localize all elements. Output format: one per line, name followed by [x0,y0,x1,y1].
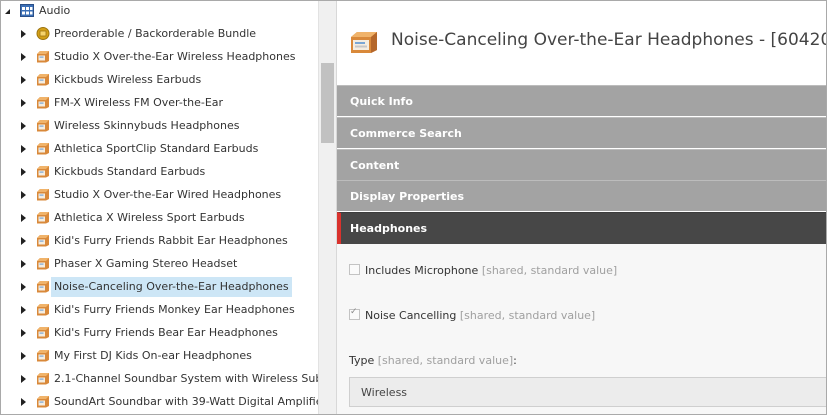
product-icon [37,143,49,155]
collapsed-arrow-icon[interactable] [21,99,26,107]
item-detail-pane: Noise-Canceling Over-the-Ear Headphones … [337,1,826,414]
content-editor-window: Audio Preorderable / Backorderable Bundl… [0,0,827,415]
tree-item-label: Kid's Furry Friends Bear Ear Headphones [54,326,278,339]
tree-item[interactable]: Kickbuds Wireless Earbuds [1,69,318,91]
item-header: Noise-Canceling Over-the-Ear Headphones … [337,1,826,85]
tree-item-label: Athletica X Wireless Sport Earbuds [54,211,245,224]
product-icon [37,212,49,224]
tree-item[interactable]: FM-X Wireless FM Over-the-Ear [1,92,318,114]
type-select[interactable]: Wireless [349,377,826,407]
collapsed-arrow-icon[interactable] [21,237,26,245]
collapsed-arrow-icon[interactable] [21,53,26,61]
tree-item-label: Kid's Furry Friends Rabbit Ear Headphone… [54,234,288,247]
tree-item-label: Noise-Canceling Over-the-Ear Headphones [51,277,292,297]
noise-cancelling-field: Noise Cancelling [shared, standard value… [349,307,596,322]
includes-microphone-meta: [shared, standard value] [481,264,618,277]
type-meta: [shared, standard value] [377,354,514,367]
tree-item[interactable]: 2.1-Channel Soundbar System with Wireles… [1,368,318,390]
collapsed-arrow-icon[interactable] [21,76,26,84]
collapsed-arrow-icon[interactable] [21,306,26,314]
product-icon [37,166,49,178]
product-icon [37,235,49,247]
product-icon [37,396,49,408]
tree-item[interactable]: Phaser X Gaming Stereo Headset [1,253,318,275]
collapsed-arrow-icon[interactable] [21,122,26,130]
expanded-arrow-icon[interactable] [5,9,10,14]
collapsed-arrow-icon[interactable] [21,145,26,153]
content-tree: Audio Preorderable / Backorderable Bundl… [1,1,318,414]
tree-item[interactable]: Kickbuds Standard Earbuds [1,161,318,183]
tree-item-label: FM-X Wireless FM Over-the-Ear [54,96,224,109]
product-icon [37,281,49,293]
scrollbar-thumb[interactable] [321,63,334,143]
bundle-icon [36,27,50,40]
section-headphones[interactable]: Headphones [337,212,826,244]
tree-item[interactable]: My First DJ Kids On-ear Headphones [1,345,318,367]
type-label-suffix: : [513,354,517,367]
product-icon [37,258,49,270]
product-icon [37,97,49,109]
product-icon [37,51,49,63]
section-quick-info[interactable]: Quick Info [337,85,826,116]
collapsed-arrow-icon[interactable] [21,329,26,337]
includes-microphone-label: Includes Microphone [365,264,479,277]
tree-item-label: Wireless Skinnybuds Headphones [54,119,240,132]
tree-item-label: Preorderable / Backorderable Bundle [54,27,257,40]
tree-scrollbar[interactable] [318,1,337,414]
product-icon [37,373,49,385]
collapsed-arrow-icon[interactable] [21,375,26,383]
product-icon [37,304,49,316]
collapsed-arrow-icon[interactable] [21,191,26,199]
noise-cancelling-label: Noise Cancelling [365,309,457,322]
tree-item-label: My First DJ Kids On-ear Headphones [54,349,252,362]
product-icon [37,350,49,362]
tree-item-label: Kickbuds Wireless Earbuds [54,73,202,86]
product-icon [37,327,49,339]
headphones-fields: Includes Microphone [shared, standard va… [337,244,826,414]
section-commerce-search[interactable]: Commerce Search [337,117,826,148]
page-title: Noise-Canceling Over-the-Ear Headphones … [391,30,827,50]
section-display-properties[interactable]: Display Properties [337,180,826,211]
tree-item-label: Studio X Over-the-Ear Wireless Headphone… [54,50,296,63]
tree-item[interactable]: Kid's Furry Friends Bear Ear Headphones [1,322,318,344]
tree-item[interactable]: Studio X Over-the-Ear Wired Headphones [1,184,318,206]
tree-item-label: 2.1-Channel Soundbar System with Wireles… [54,372,318,385]
product-icon [37,120,49,132]
tree-item[interactable]: SoundArt Soundbar with 39-Watt Digital A… [1,391,318,413]
tree-item[interactable]: Athletica SportClip Standard Earbuds [1,138,318,160]
collapsed-arrow-icon[interactable] [21,352,26,360]
tree-item[interactable]: Athletica X Wireless Sport Earbuds [1,207,318,229]
tree-item[interactable]: Wireless Skinnybuds Headphones [1,115,318,137]
collapsed-arrow-icon[interactable] [21,214,26,222]
tree-item[interactable]: Kid's Furry Friends Monkey Ear Headphone… [1,299,318,321]
tree-item-label: Athletica SportClip Standard Earbuds [54,142,259,155]
section-content[interactable]: Content [337,149,826,180]
type-label: Type [349,354,375,367]
tree-item[interactable]: Kid's Furry Friends Rabbit Ear Headphone… [1,230,318,252]
collapsed-arrow-icon[interactable] [21,30,26,38]
includes-microphone-checkbox[interactable] [349,264,360,275]
product-box-icon [351,32,377,53]
tree-item-label: Studio X Over-the-Ear Wired Headphones [54,188,282,201]
tree-item[interactable]: Studio X Over-the-Ear Wireless Headphone… [1,46,318,68]
collapsed-arrow-icon[interactable] [21,283,26,291]
tree-root-audio[interactable]: Audio [1,1,318,22]
tree-item[interactable]: Noise-Canceling Over-the-Ear Headphones [1,276,318,298]
collapsed-arrow-icon[interactable] [21,168,26,176]
product-icon [37,189,49,201]
tree-item-label: Kid's Furry Friends Monkey Ear Headphone… [54,303,295,316]
noise-cancelling-checkbox[interactable] [349,307,360,320]
tree-item-label: Kickbuds Standard Earbuds [54,165,206,178]
folder-grid-icon [20,4,34,17]
collapsed-arrow-icon[interactable] [21,260,26,268]
tree-item-label: Phaser X Gaming Stereo Headset [54,257,238,270]
includes-microphone-field: Includes Microphone [shared, standard va… [349,264,617,277]
tree-root-label: Audio [39,4,71,17]
collapsed-arrow-icon[interactable] [21,398,26,406]
tree-item[interactable]: Preorderable / Backorderable Bundle [1,23,318,45]
product-icon [37,74,49,86]
tree-item-label: SoundArt Soundbar with 39-Watt Digital A… [54,395,318,408]
type-field-label: Type [shared, standard value]: [349,354,517,367]
noise-cancelling-meta: [shared, standard value] [459,309,596,322]
